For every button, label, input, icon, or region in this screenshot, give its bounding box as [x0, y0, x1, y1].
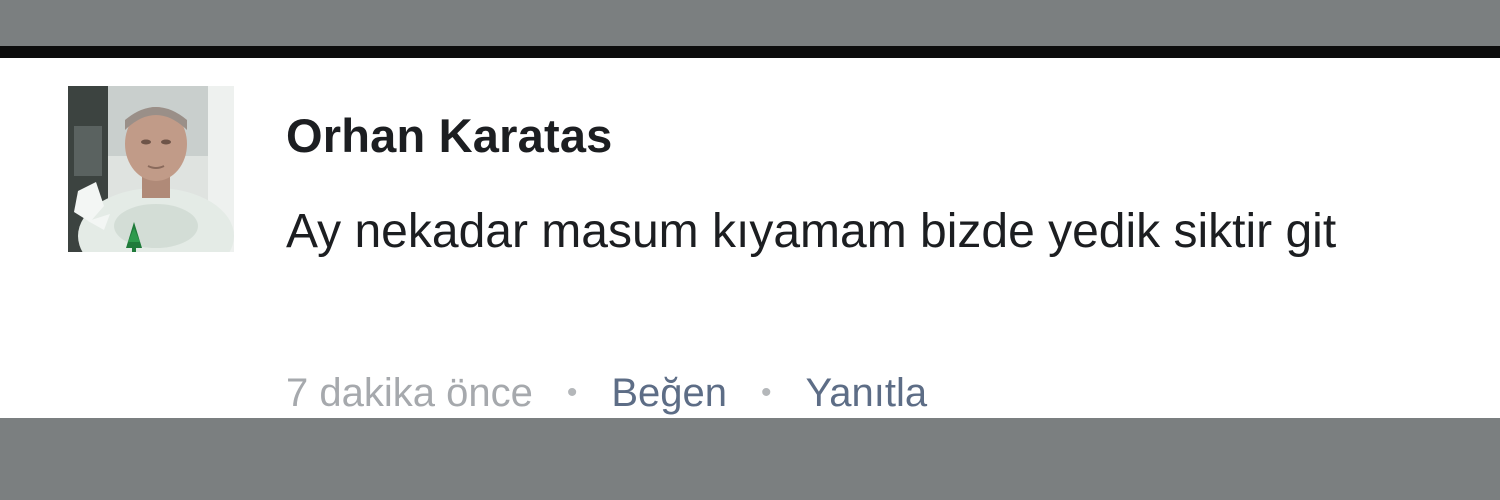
comment-card: Orhan Karatas Ay nekadar masum kıyamam b…	[0, 58, 1500, 418]
separator-dot: •	[761, 376, 772, 409]
comment-meta-row: 7 dakika önce • Beğen • Yanıtla	[286, 368, 927, 418]
separator-dot: •	[566, 376, 578, 409]
top-gray-band	[0, 0, 1500, 46]
top-divider-bar	[0, 46, 1500, 58]
bottom-gray-band	[0, 418, 1500, 500]
comment-author-name[interactable]: Orhan Karatas	[286, 108, 613, 163]
avatar[interactable]	[68, 86, 234, 252]
comment-timestamp[interactable]: 7 dakika önce	[286, 371, 533, 416]
avatar-photo	[68, 86, 234, 252]
reply-button[interactable]: Yanıtla	[806, 371, 928, 416]
like-button[interactable]: Beğen	[611, 371, 727, 416]
comment-text: Ay nekadar masum kıyamam bizde yedik sik…	[286, 205, 1337, 258]
